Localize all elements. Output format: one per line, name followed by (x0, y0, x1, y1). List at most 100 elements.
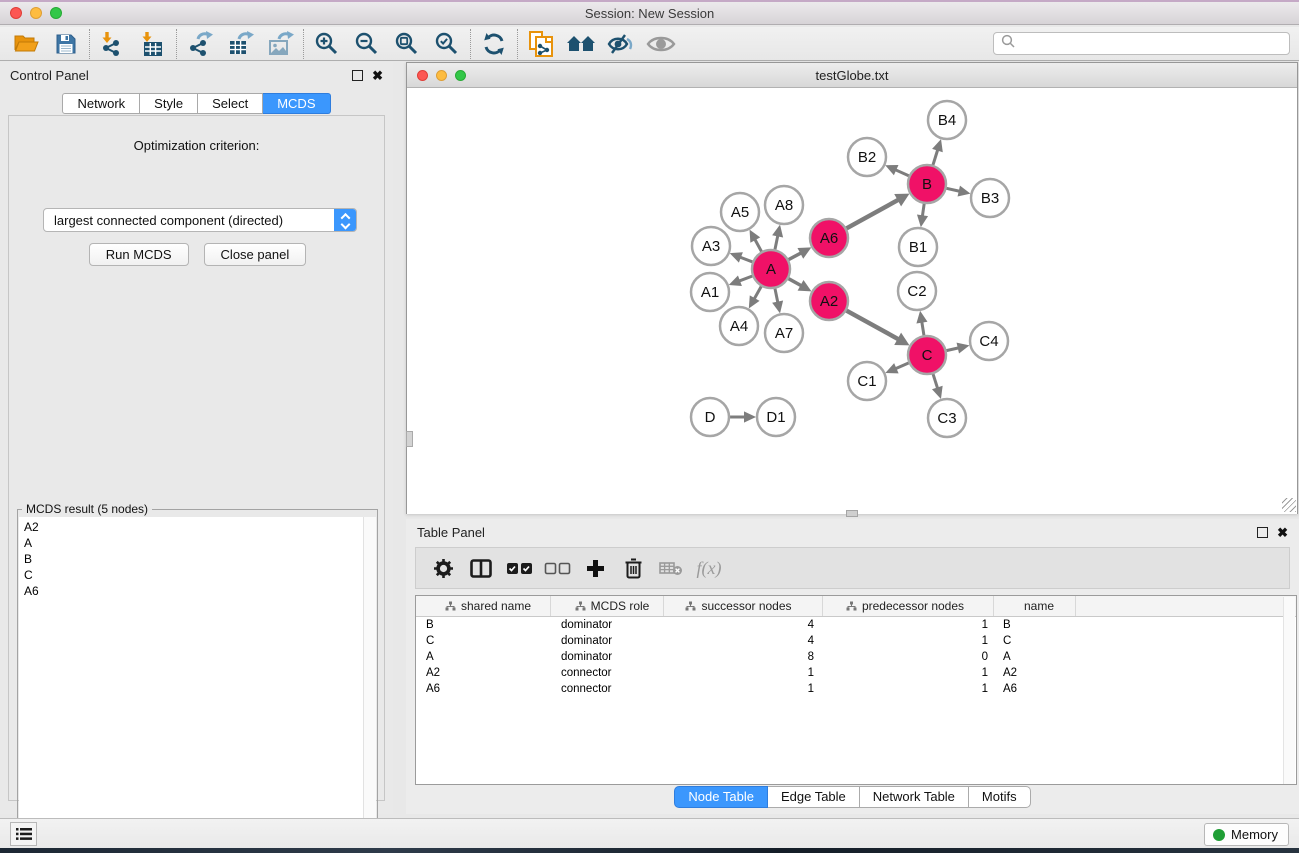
graph-node-C[interactable]: C (908, 336, 946, 374)
table-cell[interactable]: A6 (416, 681, 551, 697)
graph-edge-A2-C[interactable] (844, 309, 900, 340)
close-panel-icon[interactable]: ✖ (372, 70, 383, 81)
table-cell[interactable]: B (416, 617, 551, 633)
table-cell[interactable]: B (994, 617, 1076, 633)
graph-node-A6[interactable]: A6 (810, 219, 848, 257)
tab-motifs[interactable]: Motifs (969, 786, 1031, 808)
table-cell[interactable]: C (994, 633, 1076, 649)
table-row[interactable]: Bdominator41B (416, 617, 1296, 633)
graph-node-A1[interactable]: A1 (691, 273, 729, 311)
hide-graphics-details-icon[interactable] (601, 28, 641, 60)
memory-button[interactable]: Memory (1204, 823, 1289, 846)
graph-node-D1[interactable]: D1 (757, 398, 795, 436)
mcds-result-item[interactable]: A (24, 535, 364, 551)
table-cell[interactable]: dominator (551, 617, 664, 633)
table-cell[interactable]: connector (551, 665, 664, 681)
zoom-out-icon[interactable] (347, 28, 387, 60)
divider-grip[interactable] (406, 431, 413, 447)
table-cell[interactable]: 1 (823, 633, 994, 649)
optimization-criterion-select[interactable]: largest connected component (directed) (43, 208, 357, 232)
graph-node-B1[interactable]: B1 (899, 228, 937, 266)
column-header-shared-name[interactable]: shared name (416, 596, 551, 616)
graph-node-B[interactable]: B (908, 165, 946, 203)
network-canvas[interactable]: B4B2BB3A8A5A6A3B1AA1C2A2A4A7C4CC1C3DD1 (407, 89, 1297, 514)
deselect-all-icon[interactable] (538, 550, 576, 586)
table-cell[interactable]: 1 (823, 665, 994, 681)
tab-node-table[interactable]: Node Table (674, 786, 768, 808)
result-scrollbar[interactable] (363, 517, 376, 845)
graph-node-B3[interactable]: B3 (971, 179, 1009, 217)
save-session-icon[interactable] (46, 28, 86, 60)
table-row[interactable]: A6connector11A6 (416, 681, 1296, 697)
graph-node-C4[interactable]: C4 (970, 322, 1008, 360)
column-header-mcds-role[interactable]: MCDS role (551, 596, 664, 616)
table-cell[interactable]: 0 (823, 649, 994, 665)
tab-network[interactable]: Network (62, 93, 140, 114)
table-cell[interactable]: 4 (664, 617, 823, 633)
table-cell[interactable]: A (416, 649, 551, 665)
graph-node-D[interactable]: D (691, 398, 729, 436)
graph-node-A2[interactable]: A2 (810, 282, 848, 320)
mcds-result-list[interactable]: A2ABCA6 (19, 517, 364, 845)
table-cell[interactable]: 1 (823, 681, 994, 697)
search-input[interactable] (1019, 37, 1289, 51)
close-table-panel-icon[interactable]: ✖ (1277, 527, 1288, 538)
table-cell[interactable]: A (994, 649, 1076, 665)
table-cell[interactable]: 8 (664, 649, 823, 665)
mcds-result-item[interactable]: A2 (24, 519, 364, 535)
import-network-icon[interactable] (93, 28, 133, 60)
graph-node-A3[interactable]: A3 (692, 227, 730, 265)
graph-node-C1[interactable]: C1 (848, 362, 886, 400)
table-cell[interactable]: 1 (664, 681, 823, 697)
select-all-icon[interactable] (500, 550, 538, 586)
table-cell[interactable]: connector (551, 681, 664, 697)
graph-node-A7[interactable]: A7 (765, 314, 803, 352)
show-task-history-button[interactable] (10, 822, 37, 846)
add-column-icon[interactable] (576, 550, 614, 586)
float-panel-icon[interactable] (352, 70, 363, 81)
close-panel-button[interactable]: Close panel (204, 243, 307, 266)
tab-style[interactable]: Style (140, 93, 198, 114)
tab-select[interactable]: Select (198, 93, 263, 114)
search-field[interactable] (993, 32, 1290, 55)
graph-node-C2[interactable]: C2 (898, 272, 936, 310)
table-cell[interactable]: A2 (416, 665, 551, 681)
graph-node-C3[interactable]: C3 (928, 399, 966, 437)
tab-network-table[interactable]: Network Table (860, 786, 969, 808)
graph-node-A8[interactable]: A8 (765, 186, 803, 224)
export-network-icon[interactable] (180, 28, 220, 60)
table-cell[interactable]: 4 (664, 633, 823, 649)
graph-node-A[interactable]: A (752, 250, 790, 288)
table-cell[interactable]: C (416, 633, 551, 649)
home-icon[interactable] (561, 28, 601, 60)
table-cell[interactable]: 1 (823, 617, 994, 633)
tab-edge-table[interactable]: Edge Table (768, 786, 860, 808)
delete-column-trash-icon[interactable] (614, 550, 652, 586)
export-table-icon[interactable] (220, 28, 260, 60)
zoom-selected-icon[interactable] (427, 28, 467, 60)
table-cell[interactable]: 1 (664, 665, 823, 681)
divider-grip-horizontal[interactable] (846, 510, 858, 517)
mcds-result-item[interactable]: B (24, 551, 364, 567)
table-cell[interactable]: A2 (994, 665, 1076, 681)
table-row[interactable]: Cdominator41C (416, 633, 1296, 649)
open-file-icon[interactable] (6, 28, 46, 60)
table-row[interactable]: Adominator80A (416, 649, 1296, 665)
import-table-icon[interactable] (133, 28, 173, 60)
table-scrollbar[interactable] (1283, 597, 1295, 785)
zoom-in-icon[interactable] (307, 28, 347, 60)
graph-node-B2[interactable]: B2 (848, 138, 886, 176)
table-cell[interactable]: dominator (551, 633, 664, 649)
zoom-fit-icon[interactable] (387, 28, 427, 60)
graph-node-A5[interactable]: A5 (721, 193, 759, 231)
new-network-from-selection-icon[interactable] (521, 28, 561, 60)
graph-node-B4[interactable]: B4 (928, 101, 966, 139)
column-view-icon[interactable] (462, 550, 500, 586)
table-cell[interactable]: A6 (994, 681, 1076, 697)
run-mcds-button[interactable]: Run MCDS (89, 243, 189, 266)
resize-handle[interactable] (1282, 498, 1296, 512)
column-header-successor-nodes[interactable]: successor nodes (664, 596, 823, 616)
table-cell[interactable]: dominator (551, 649, 664, 665)
column-header-name[interactable]: name (994, 596, 1076, 616)
float-table-panel-icon[interactable] (1257, 527, 1268, 538)
